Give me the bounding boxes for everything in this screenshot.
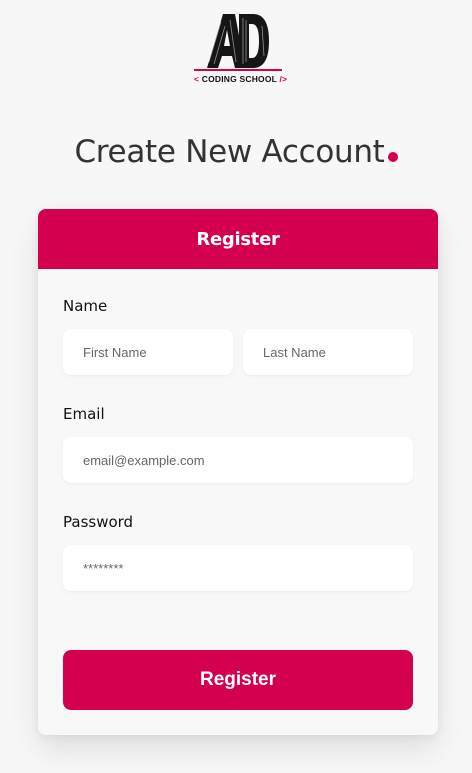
logo-underline: [194, 69, 282, 71]
logo-caption-text: CODING SCHOOL: [201, 74, 277, 84]
register-button[interactable]: Register: [63, 650, 413, 710]
email-label: Email: [63, 405, 105, 423]
password-input[interactable]: [63, 545, 413, 591]
card-header-title: Register: [196, 228, 280, 250]
first-name-input[interactable]: [63, 329, 233, 375]
register-page: < CODING SCHOOL /> Create New Account Re…: [0, 0, 472, 773]
last-name-input[interactable]: [243, 329, 413, 375]
page-title: Create New Account: [0, 134, 472, 170]
logo-caption-open: <: [194, 74, 200, 84]
email-input[interactable]: [63, 437, 413, 483]
name-label: Name: [63, 297, 108, 315]
page-title-text: Create New Account: [74, 134, 385, 170]
card-header: Register: [38, 209, 438, 269]
logo-caption: < CODING SCHOOL />: [194, 74, 287, 84]
logo-caption-close: />: [279, 74, 288, 84]
title-dot-icon: [387, 152, 398, 162]
password-label: Password: [63, 513, 134, 531]
logo-mark: [207, 14, 269, 68]
logo: < CODING SCHOOL />: [194, 12, 287, 88]
register-card: Register Name Email Password Register: [38, 209, 438, 735]
